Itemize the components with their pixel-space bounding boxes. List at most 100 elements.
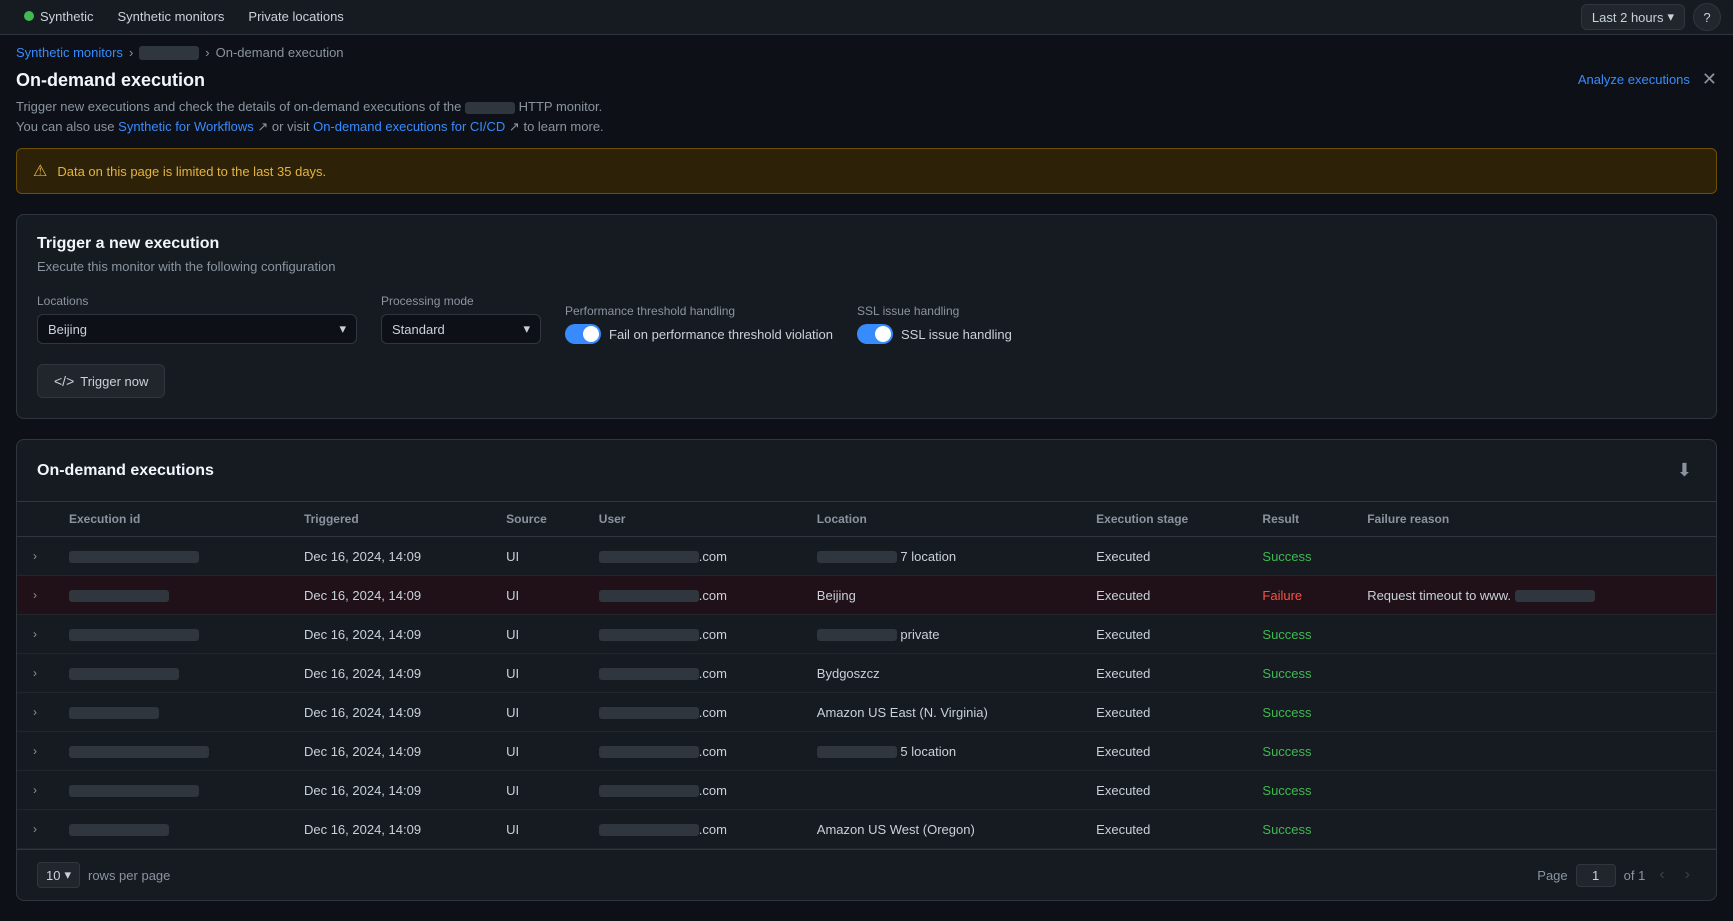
col-source: Source bbox=[494, 502, 587, 537]
expand-button[interactable]: › bbox=[29, 625, 41, 643]
triggered-value: Dec 16, 2024, 14:09 bbox=[292, 576, 494, 615]
time-range-button[interactable]: Last 2 hours ▾ bbox=[1581, 4, 1685, 30]
desc-external-icon-1: ↗ bbox=[257, 119, 268, 134]
executions-table-wrapper: Execution id Triggered Source User Locat… bbox=[17, 502, 1716, 849]
page-links: You can also use Synthetic for Workflows… bbox=[16, 117, 604, 137]
trigger-icon: </> bbox=[54, 373, 74, 389]
nav-synthetic-monitors-label: Synthetic monitors bbox=[117, 9, 224, 24]
rows-value: 10 bbox=[46, 868, 60, 883]
location-value: Bydgoszcz bbox=[805, 654, 1084, 693]
location-value: Amazon US West (Oregon) bbox=[805, 810, 1084, 849]
table-row[interactable]: ›Dec 16, 2024, 14:09UI.comBydgoszczExecu… bbox=[17, 654, 1716, 693]
close-button[interactable]: ✕ bbox=[1702, 70, 1717, 88]
col-triggered: Triggered bbox=[292, 502, 494, 537]
execution-id-value bbox=[69, 590, 169, 602]
table-row[interactable]: ›Dec 16, 2024, 14:09UI.com 5 locationExe… bbox=[17, 732, 1716, 771]
expand-button[interactable]: › bbox=[29, 664, 41, 682]
source-value: UI bbox=[494, 771, 587, 810]
user-value: .com bbox=[587, 732, 805, 771]
ssl-toggle[interactable] bbox=[857, 324, 893, 344]
desc-prefix: Trigger new executions and check the det… bbox=[16, 99, 461, 114]
table-row[interactable]: ›Dec 16, 2024, 14:09UI.comBeijingExecute… bbox=[17, 576, 1716, 615]
execution-id-value bbox=[69, 668, 179, 680]
result-value: Success bbox=[1250, 810, 1355, 849]
execution-stage-value: Executed bbox=[1084, 771, 1250, 810]
col-location: Location bbox=[805, 502, 1084, 537]
expand-button[interactable]: › bbox=[29, 820, 41, 838]
execution-id-value bbox=[69, 551, 199, 563]
user-value: .com bbox=[587, 537, 805, 576]
perf-label: Performance threshold handling bbox=[565, 304, 833, 318]
table-row[interactable]: ›Dec 16, 2024, 14:09UI.comAmazon US East… bbox=[17, 693, 1716, 732]
perf-toggle-row: Fail on performance threshold violation bbox=[565, 324, 833, 344]
nav-item-private-locations[interactable]: Private locations bbox=[236, 0, 355, 34]
rows-per-page-select[interactable]: 10 ▾ bbox=[37, 862, 80, 888]
page-description: Trigger new executions and check the det… bbox=[16, 97, 604, 117]
nav-synthetic-label: Synthetic bbox=[40, 9, 93, 24]
table-row[interactable]: ›Dec 16, 2024, 14:09UI.com privateExecut… bbox=[17, 615, 1716, 654]
trigger-now-button[interactable]: </> Trigger now bbox=[37, 364, 165, 398]
user-value: .com bbox=[587, 810, 805, 849]
expand-button[interactable]: › bbox=[29, 703, 41, 721]
expand-button[interactable]: › bbox=[29, 742, 41, 760]
breadcrumb-current: On-demand execution bbox=[216, 45, 344, 60]
page-prev-button[interactable]: ‹ bbox=[1653, 864, 1670, 886]
table-row[interactable]: ›Dec 16, 2024, 14:09UI.com 7 locationExe… bbox=[17, 537, 1716, 576]
source-value: UI bbox=[494, 537, 587, 576]
table-row[interactable]: ›Dec 16, 2024, 14:09UI.comAmazon US West… bbox=[17, 810, 1716, 849]
desc-suffix: HTTP monitor. bbox=[519, 99, 603, 114]
help-button[interactable]: ? bbox=[1693, 3, 1721, 31]
executions-header: On-demand executions ⬇ bbox=[17, 440, 1716, 502]
download-button[interactable]: ⬇ bbox=[1673, 456, 1696, 485]
result-value: Failure bbox=[1250, 576, 1355, 615]
processing-value: Standard bbox=[392, 322, 445, 337]
expand-button[interactable]: › bbox=[29, 586, 41, 604]
perf-toggle[interactable] bbox=[565, 324, 601, 344]
ssl-group: SSL issue handling SSL issue handling bbox=[857, 304, 1012, 344]
warning-icon: ⚠ bbox=[33, 161, 47, 181]
expand-button[interactable]: › bbox=[29, 781, 41, 799]
nav-item-synthetic[interactable]: Synthetic bbox=[12, 0, 105, 34]
user-value: .com bbox=[587, 576, 805, 615]
page-input[interactable] bbox=[1576, 864, 1616, 887]
page-of-total: of 1 bbox=[1624, 868, 1646, 883]
expand-button[interactable]: › bbox=[29, 547, 41, 565]
cicd-link[interactable]: On-demand executions for CI/CD bbox=[313, 119, 505, 134]
source-value: UI bbox=[494, 693, 587, 732]
processing-select[interactable]: Standard ▾ bbox=[381, 314, 541, 344]
page-title: On-demand execution bbox=[16, 70, 604, 91]
locations-group: Locations Beijing ▾ bbox=[37, 294, 357, 344]
page-label: Page bbox=[1537, 868, 1567, 883]
ssl-toggle-text: SSL issue handling bbox=[901, 327, 1012, 342]
pagination: 10 ▾ rows per page Page of 1 ‹ › bbox=[17, 849, 1716, 900]
table-row[interactable]: ›Dec 16, 2024, 14:09UI.comExecutedSucces… bbox=[17, 771, 1716, 810]
source-value: UI bbox=[494, 732, 587, 771]
desc-can-also-use: You can also use bbox=[16, 119, 118, 134]
top-nav-right: Last 2 hours ▾ ? bbox=[1581, 3, 1721, 31]
breadcrumb-sep-1: › bbox=[129, 45, 133, 60]
time-range-label: Last 2 hours bbox=[1592, 10, 1664, 25]
col-failure-reason: Failure reason bbox=[1355, 502, 1716, 537]
page-next-button[interactable]: › bbox=[1679, 864, 1696, 886]
workflows-link[interactable]: Synthetic for Workflows bbox=[118, 119, 254, 134]
perf-threshold-group: Performance threshold handling Fail on p… bbox=[565, 304, 833, 344]
user-value: .com bbox=[587, 693, 805, 732]
execution-stage-value: Executed bbox=[1084, 810, 1250, 849]
ssl-toggle-row: SSL issue handling bbox=[857, 324, 1012, 344]
rows-label: rows per page bbox=[88, 868, 170, 883]
execution-stage-value: Executed bbox=[1084, 732, 1250, 771]
result-value: Success bbox=[1250, 537, 1355, 576]
trigger-title: Trigger a new execution bbox=[37, 235, 1696, 253]
col-execution-id: Execution id bbox=[57, 502, 292, 537]
nav-item-synthetic-monitors[interactable]: Synthetic monitors bbox=[105, 0, 236, 34]
failure-reason-value bbox=[1355, 615, 1716, 654]
location-value: private bbox=[805, 615, 1084, 654]
location-value: Beijing bbox=[805, 576, 1084, 615]
failure-reason-value bbox=[1355, 693, 1716, 732]
time-range-chevron: ▾ bbox=[1667, 9, 1674, 25]
breadcrumb-monitors-link[interactable]: Synthetic monitors bbox=[16, 45, 123, 60]
locations-select[interactable]: Beijing ▾ bbox=[37, 314, 357, 344]
analyze-executions-button[interactable]: Analyze executions bbox=[1578, 72, 1690, 87]
execution-stage-value: Executed bbox=[1084, 537, 1250, 576]
result-value: Success bbox=[1250, 615, 1355, 654]
